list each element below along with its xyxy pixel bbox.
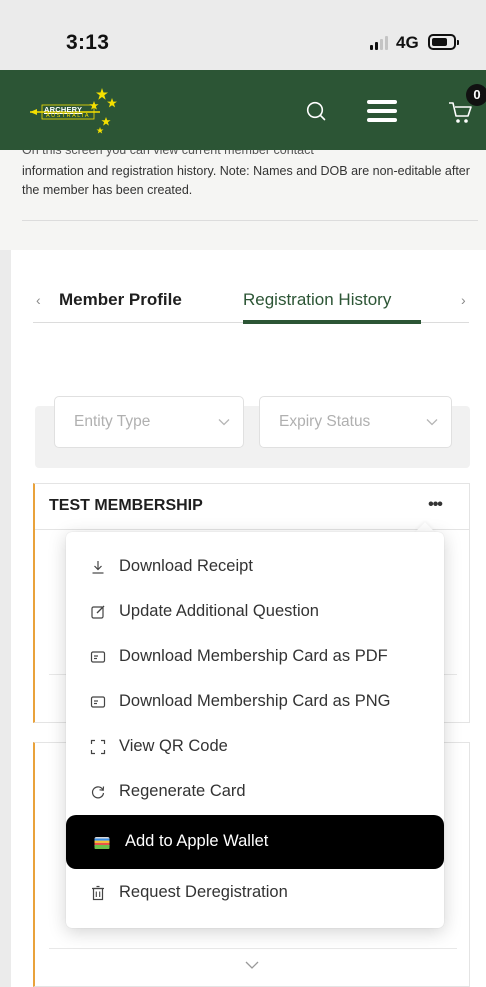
download-icon (92, 561, 104, 574)
menu-item-regenerate-card[interactable]: Regenerate Card (66, 771, 444, 815)
menu-item-label: Download Membership Card as PDF (119, 647, 388, 665)
refresh-icon (91, 786, 105, 799)
status-time: 3:13 (66, 31, 110, 54)
divider (49, 948, 457, 949)
logo-text-australia: AUSTRALIA (46, 113, 91, 119)
menu-item-label: Download Membership Card as PNG (119, 692, 391, 710)
apple-wallet-icon (94, 837, 110, 849)
search-glyph (306, 101, 326, 121)
menu-item-label: View QR Code (119, 737, 228, 755)
menu-item-label: Request Deregistration (119, 883, 288, 901)
card-icon (90, 696, 106, 708)
archery-australia-logo[interactable]: ARCHERY AUSTRALIA (28, 84, 138, 136)
network-type: 4G (396, 33, 419, 52)
menu-item-view-qr-code[interactable]: View QR Code (66, 726, 444, 770)
expiry-status-placeholder: Expiry Status (279, 413, 371, 430)
tab-strip: ‹ Member Profile Registration History › (11, 285, 486, 325)
membership-title: TEST MEMBERSHIP (49, 497, 203, 514)
tab-registration-history[interactable]: Registration History (243, 290, 391, 310)
divider (22, 220, 478, 221)
chevron-down-icon (426, 419, 438, 426)
tab-scroll-left-icon[interactable]: ‹ (36, 292, 41, 308)
app-header: ARCHERY AUSTRALIA (0, 70, 486, 150)
menu-item-label: Add to Apple Wallet (125, 832, 269, 850)
tab-member-profile[interactable]: Member Profile (59, 290, 182, 310)
cart-count-badge: 0 (466, 84, 486, 106)
battery-icon (428, 34, 459, 50)
more-options-button[interactable]: ••• (421, 496, 449, 520)
menu-item-update-additional-question[interactable]: Update Additional Question (66, 591, 444, 635)
tab-scroll-right-icon[interactable]: › (461, 292, 466, 308)
trash-icon (92, 885, 104, 901)
menu-item-download-receipt[interactable]: Download Receipt (66, 546, 444, 590)
menu-item-request-deregistration[interactable]: Request Deregistration (66, 872, 444, 916)
card-icon (90, 651, 106, 663)
expiry-status-select[interactable]: Expiry Status (259, 396, 452, 448)
menu-item-add-to-apple-wallet[interactable]: Add to Apple Wallet (66, 815, 444, 869)
search-icon[interactable] (306, 101, 326, 121)
membership-actions-menu: Download Receipt Update Additional Quest… (66, 532, 444, 928)
menu-item-label: Download Receipt (119, 557, 253, 575)
entity-type-select[interactable]: Entity Type (54, 396, 244, 448)
menu-item-download-card-pdf[interactable]: Download Membership Card as PDF (66, 636, 444, 680)
menu-item-label: Update Additional Question (119, 602, 319, 620)
signal-icon (370, 36, 390, 50)
membership-card-header: TEST MEMBERSHIP ••• (35, 484, 469, 530)
intro-section: On this screen you can view current memb… (0, 140, 486, 250)
entity-type-placeholder: Entity Type (74, 413, 151, 430)
expand-chevron-icon[interactable] (244, 958, 260, 972)
menu-item-label: Regenerate Card (119, 782, 246, 800)
hamburger-menu-icon[interactable] (367, 100, 397, 122)
qr-scan-icon (90, 739, 106, 755)
intro-text: information and registration history. No… (22, 164, 470, 197)
edit-icon (91, 605, 105, 619)
menu-item-download-card-png[interactable]: Download Membership Card as PNG (66, 681, 444, 725)
status-bar: 3:13 4G (0, 0, 486, 70)
chevron-down-icon (218, 419, 230, 426)
active-tab-indicator (243, 320, 421, 324)
